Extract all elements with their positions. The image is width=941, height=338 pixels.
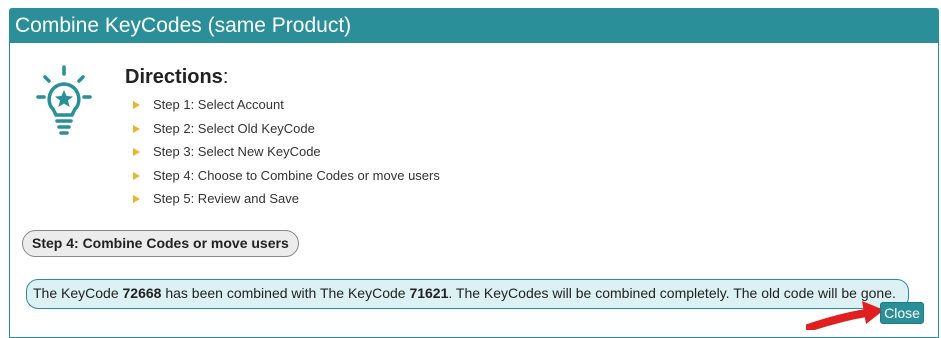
old-keycode: 72668 (122, 285, 162, 301)
directions-heading: Directions: (125, 66, 229, 88)
close-button[interactable]: Close (880, 302, 924, 324)
lightbulb-star-icon (36, 65, 92, 135)
step-item: Step 5: Review and Save (133, 191, 440, 215)
bullet-arrow-icon (133, 171, 140, 180)
step-item: Step 4: Choose to Combine Codes or move … (133, 168, 440, 192)
directions-steps-list: Step 1: Select Account Step 2: Select Ol… (133, 97, 440, 215)
bullet-arrow-icon (133, 148, 140, 156)
step-item: Step 2: Select Old KeyCode (133, 121, 440, 145)
step-item: Step 3: Select New KeyCode (133, 144, 440, 168)
current-step-label: Step 4: Combine Codes or move users (22, 230, 299, 257)
step-item: Step 1: Select Account (133, 97, 440, 121)
bullet-arrow-icon (133, 101, 140, 109)
bullet-arrow-icon (133, 195, 140, 203)
combine-result-message: The KeyCode 72668 has been combined with… (26, 279, 909, 309)
new-keycode: 71621 (409, 285, 449, 301)
bullet-arrow-icon (133, 124, 140, 133)
dialog-title: Combine KeyCodes (same Product) (10, 9, 938, 43)
